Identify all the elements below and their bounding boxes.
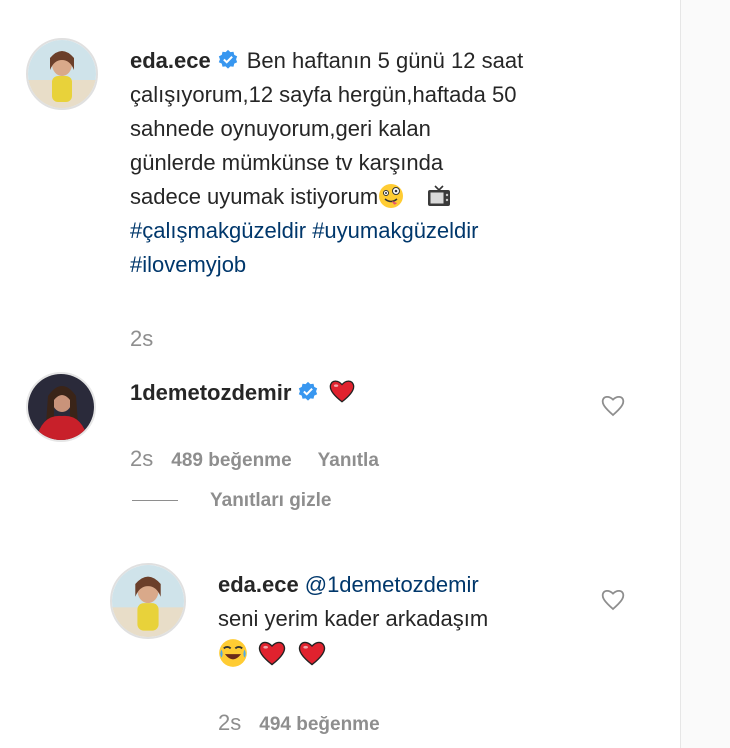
reply-emojis [218, 638, 598, 673]
post-caption: eda.ece Ben haftanın 5 günü 12 saat çalış… [130, 44, 660, 282]
avatar-image [28, 40, 96, 108]
reply-time[interactable]: 2s [218, 710, 241, 735]
reply-line-1: eda.ece @1demetozdemir [218, 568, 598, 602]
divider-line [132, 500, 178, 502]
reply-button[interactable]: Yanıtla [318, 450, 379, 471]
post-username[interactable]: eda.ece [130, 48, 211, 73]
caption-text-1: Ben haftanın 5 günü 12 saat [246, 48, 524, 73]
post-time[interactable]: 2s [130, 326, 153, 351]
hide-replies-label[interactable]: Yanıtları gizle [210, 490, 331, 511]
comment-likes[interactable]: 489 beğenme [171, 450, 291, 471]
caption-text-3: sahnede oynuyorum,geri kalan [130, 116, 431, 141]
hide-replies-button[interactable]: Yanıtları gizle [132, 490, 331, 512]
red-heart-emoji [258, 641, 286, 666]
heart-outline-icon[interactable] [600, 587, 626, 611]
comment-meta: 2s 489 beğenme Yanıtla [130, 446, 405, 472]
red-heart-emoji [299, 641, 326, 666]
comment-time[interactable]: 2s [130, 446, 153, 471]
reply-likes[interactable]: 494 beğenme [259, 714, 379, 735]
hashtags-line-2[interactable]: #ilovemyjob [130, 248, 660, 282]
avatar-1demetozdemir[interactable] [26, 372, 96, 442]
tv-emoji [428, 185, 451, 206]
avatar-eda-ece-reply[interactable] [110, 563, 186, 639]
hashtags-line-1[interactable]: #çalışmakgüzeldir #uyumakgüzeldir [130, 214, 660, 248]
verified-badge-icon [299, 381, 318, 401]
caption-text-2: çalışıyorum,12 sayfa hergün,haftada 50 [130, 82, 517, 107]
reply-body: eda.ece @1demetozdemir seni yerim kader a… [218, 568, 598, 673]
reply-username[interactable]: eda.ece [218, 572, 299, 597]
caption-text-4: günlerde mümkünse tv karşında [130, 150, 444, 175]
comment-username[interactable]: 1demetozdemir [130, 380, 291, 405]
caption-line-5: sadece uyumak istiyorum [130, 180, 660, 214]
joy-emoji [219, 639, 247, 667]
heart-outline-icon[interactable] [600, 393, 626, 417]
post-meta: 2s [130, 326, 171, 352]
verified-badge-icon [218, 49, 237, 69]
red-heart-emoji [330, 380, 355, 403]
avatar-image [112, 565, 184, 637]
avatar-image [28, 374, 94, 440]
caption-text-5: sadece uyumak istiyorum [130, 184, 379, 209]
zany-face-emoji [379, 184, 404, 208]
reply-text: seni yerim kader arkadaşım [218, 606, 489, 631]
avatar-eda-ece[interactable] [26, 38, 98, 110]
reply-mention[interactable]: @1demetozdemir [305, 572, 479, 597]
caption-line-1: eda.ece Ben haftanın 5 günü 12 saat [130, 44, 660, 78]
reply-meta: 2s 494 beğenme [218, 710, 406, 736]
comment-body: 1demetozdemir [130, 376, 357, 410]
right-panel [680, 0, 730, 748]
